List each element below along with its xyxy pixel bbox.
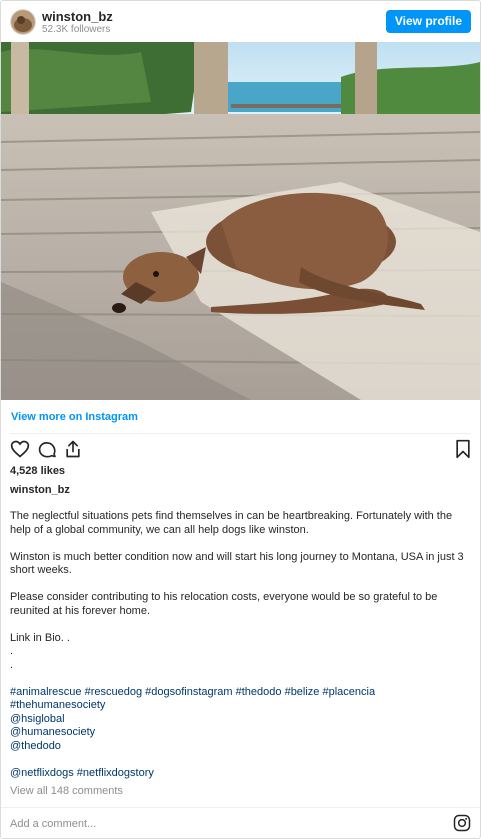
hashtag-line[interactable]: #thehumanesociety [10,699,470,713]
divider [10,433,471,434]
caption-paragraph: Please consider contributing to his relo… [10,591,438,617]
post-header: winston_bz 52.3K followers View profile [1,1,480,42]
caption-text: The neglectful situations pets find them… [10,510,470,780]
divider [1,807,480,808]
caption-paragraph: The neglectful situations pets find them… [10,510,453,536]
mention-link[interactable]: @hsiglobal [10,713,470,727]
comment-icon[interactable] [37,439,59,461]
caption-paragraph: Winston is much better condition now and… [10,550,464,577]
hashtag-line[interactable]: @netflixdogs #netflixdogstory [10,767,470,781]
mention-link[interactable]: @humanesociety [10,726,470,740]
like-count[interactable]: 4,528 likes [10,465,65,477]
follower-count: 52.3K followers [42,24,111,35]
avatar[interactable] [10,9,36,35]
caption-dot: . [10,645,14,657]
bookmark-icon[interactable] [454,439,476,461]
mention-link[interactable]: @thedodo [10,740,470,754]
hashtag-line[interactable]: #animalrescue #rescuedog #dogsofinstagra… [10,686,470,700]
share-icon[interactable] [63,439,85,461]
heart-icon[interactable] [10,439,32,461]
view-comments-link[interactable]: View all 148 comments [10,785,123,797]
caption-dot: . [10,658,14,671]
action-bar [1,439,480,463]
header-username[interactable]: winston_bz [42,9,113,24]
view-profile-button[interactable]: View profile [385,10,471,33]
caption-username[interactable]: winston_bz [10,484,70,496]
caption-paragraph: Link in Bio. . [10,631,70,644]
add-comment-input[interactable]: Add a comment... [10,818,96,830]
post-photo[interactable] [1,42,480,400]
instagram-embed-card: winston_bz 52.3K followers View profile [0,0,481,839]
instagram-icon[interactable] [453,814,471,832]
view-more-link[interactable]: View more on Instagram [11,411,138,423]
